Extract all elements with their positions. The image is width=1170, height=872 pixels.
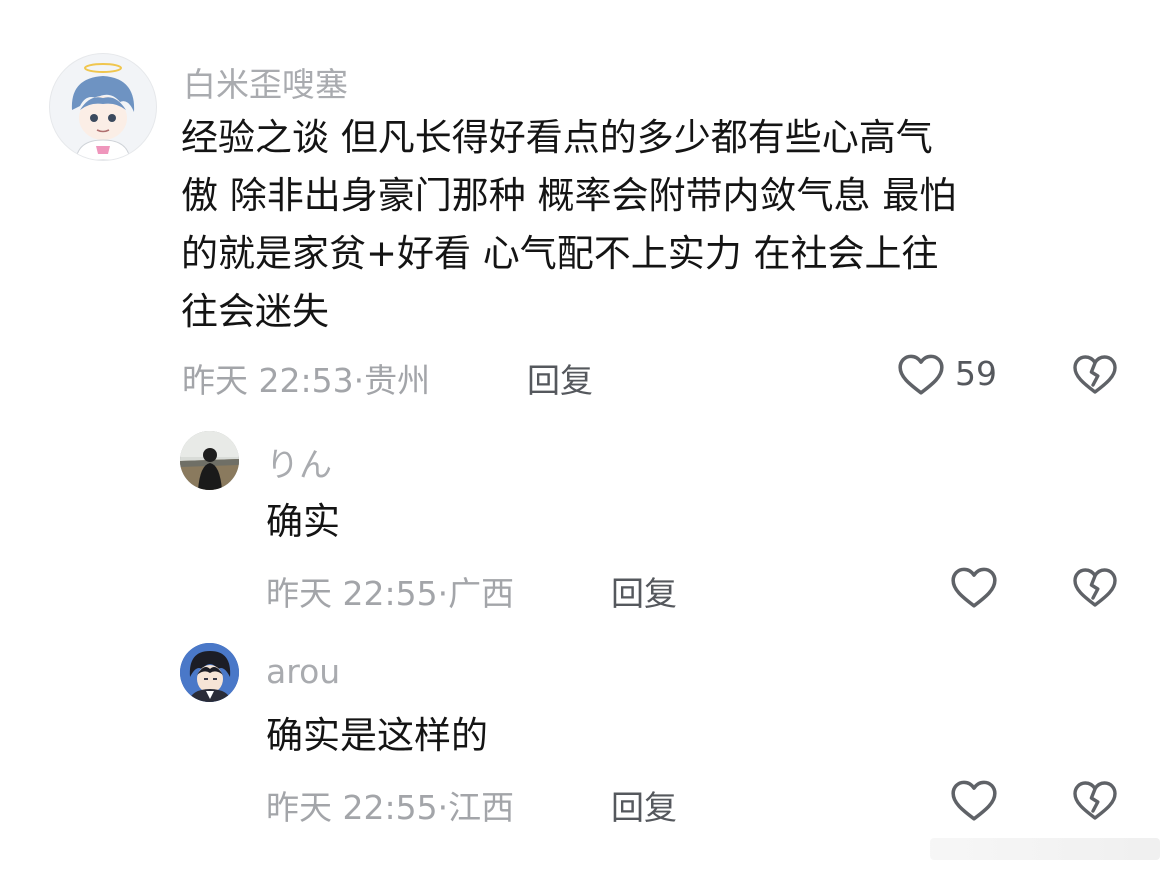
- reply-meta: 昨天 22:55·江西: [266, 781, 514, 829]
- reply-time: 昨天 22:55: [266, 574, 438, 613]
- broken-heart-icon: [1073, 355, 1117, 394]
- comment-text-line: 经验之谈 但凡长得好看点的多少都有些心高气: [181, 116, 933, 159]
- avatar[interactable]: [180, 643, 239, 702]
- reply-meta: 昨天 22:55·广西: [266, 567, 514, 615]
- heart-outline-icon: [951, 567, 997, 608]
- like-button[interactable]: [949, 776, 999, 822]
- comment-username[interactable]: 白米歪嗖塞: [183, 58, 348, 106]
- comment-text-line: 往会迷失: [181, 290, 329, 333]
- reply-username[interactable]: arou: [266, 652, 340, 691]
- like-button[interactable]: [949, 563, 999, 609]
- avatar[interactable]: [180, 431, 239, 490]
- heart-outline-icon: [951, 780, 997, 821]
- heart-outline-icon: [898, 354, 944, 395]
- avatar[interactable]: [49, 53, 157, 161]
- reply-button[interactable]: 回复: [611, 567, 677, 615]
- watermark: [930, 838, 1160, 860]
- comment-text-line: 傲 除非出身豪门那种 概率会附带内敛气息 最怕: [181, 174, 957, 217]
- reply-text: 确实: [266, 500, 340, 543]
- reply-button[interactable]: 回复: [527, 354, 593, 402]
- broken-heart-icon: [1073, 781, 1117, 820]
- like-button[interactable]: [896, 350, 946, 396]
- reply-username[interactable]: りん: [266, 438, 332, 486]
- broken-heart-icon: [1073, 568, 1117, 607]
- comment-location: 贵州: [364, 361, 431, 400]
- dot-separator: ·: [437, 574, 449, 613]
- reply-location: 江西: [448, 788, 515, 827]
- reply-time: 昨天 22:55: [266, 788, 438, 827]
- reply-location: 广西: [448, 574, 515, 613]
- comment-text-line: 的就是家贫+好看 心气配不上实力 在社会上往: [181, 232, 939, 275]
- comment-text: 经验之谈 但凡长得好看点的多少都有些心高气 傲 除非出身豪门那种 概率会附带内敛…: [181, 109, 1141, 341]
- dislike-button[interactable]: [1071, 350, 1119, 396]
- comment-time: 昨天 22:53: [182, 361, 354, 400]
- dot-separator: ·: [437, 788, 449, 827]
- dot-separator: ·: [353, 361, 365, 400]
- like-count: 59: [955, 354, 997, 393]
- reply-text: 确实是这样的: [266, 714, 488, 757]
- comment-meta: 昨天 22:53·贵州: [182, 354, 430, 402]
- dislike-button[interactable]: [1071, 776, 1119, 822]
- reply-button[interactable]: 回复: [611, 781, 677, 829]
- dislike-button[interactable]: [1071, 563, 1119, 609]
